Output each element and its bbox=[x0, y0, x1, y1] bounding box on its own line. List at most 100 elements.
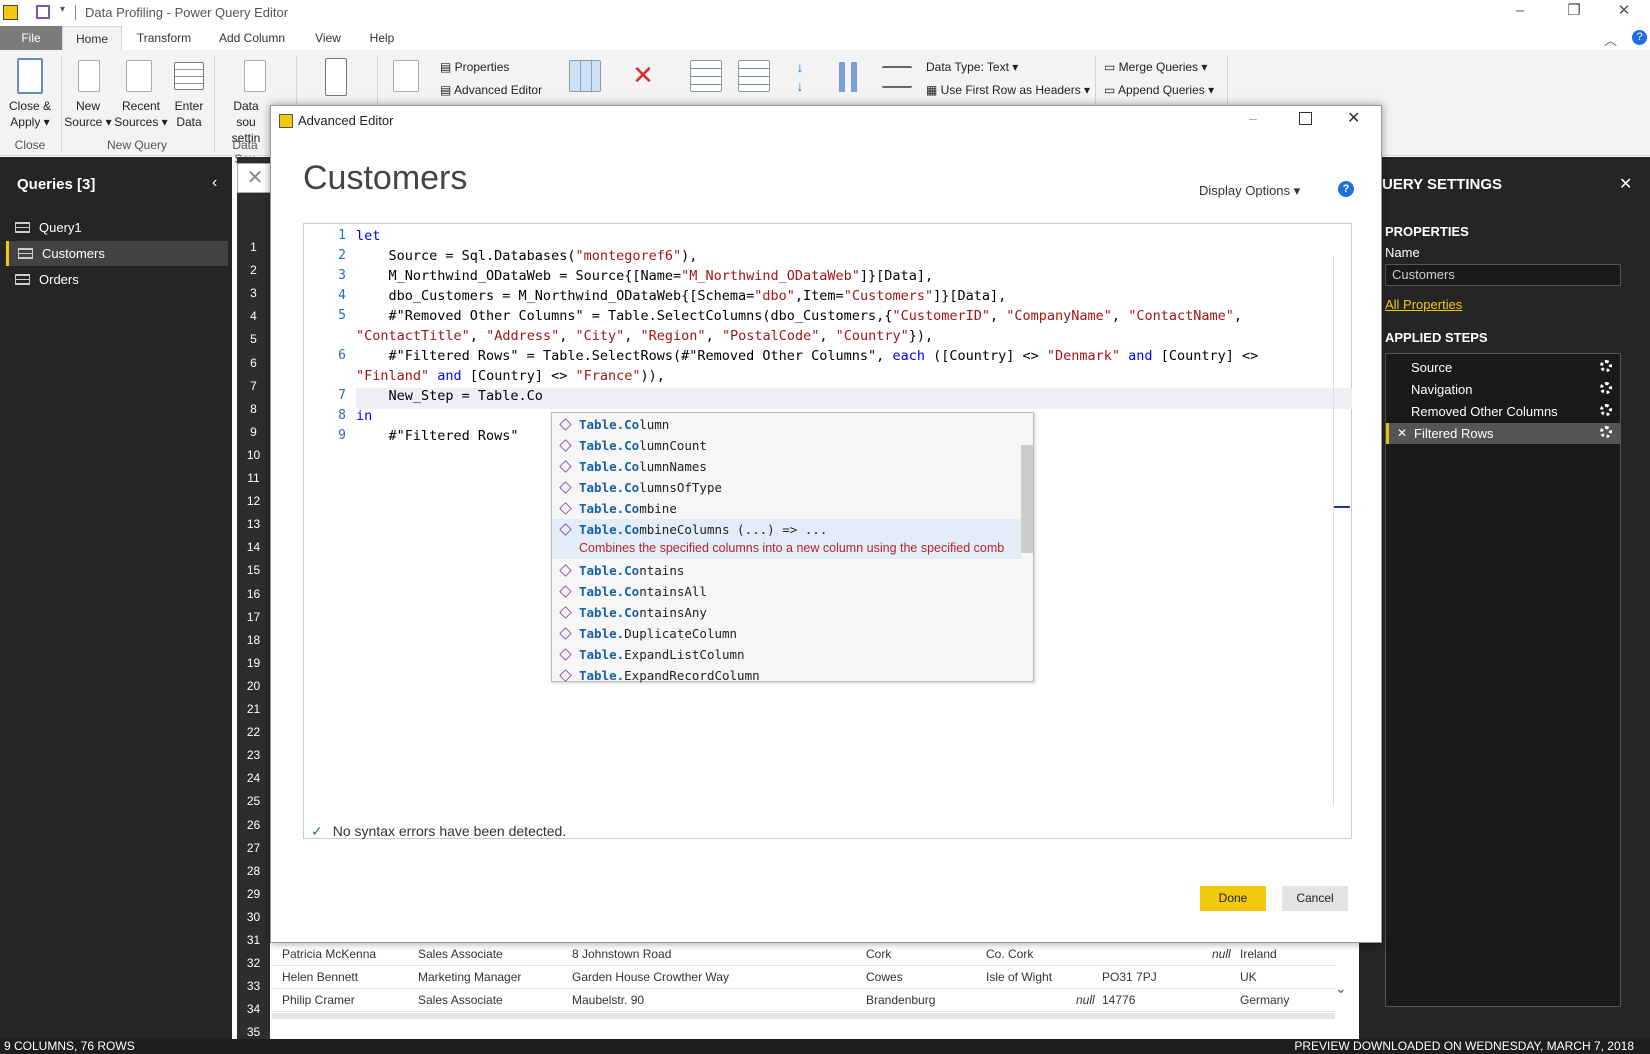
tab-file[interactable]: File bbox=[0, 26, 62, 50]
all-properties-link[interactable]: All Properties bbox=[1385, 297, 1462, 312]
tab-add-column[interactable]: Add Column bbox=[212, 26, 292, 50]
split-column-icon[interactable] bbox=[833, 62, 863, 92]
cancel-button[interactable]: Cancel bbox=[1282, 886, 1348, 911]
tab-home[interactable]: Home bbox=[62, 26, 122, 50]
delete-step-icon[interactable]: ✕ bbox=[1397, 423, 1407, 444]
grid-cell[interactable]: null bbox=[1076, 993, 1095, 1007]
autocomplete-item[interactable]: Table.ColumnsOfType bbox=[552, 477, 1022, 498]
item-rest: mbineColumns (...) => ... bbox=[639, 522, 828, 537]
collapse-pane-icon[interactable]: ‹ bbox=[212, 174, 217, 192]
autocomplete-item[interactable]: Table.Column bbox=[552, 414, 1022, 435]
grid-cell[interactable]: Sales Associate bbox=[418, 993, 503, 1007]
close-window-button[interactable]: ✕ bbox=[1600, 0, 1648, 24]
step-source[interactable]: Source bbox=[1386, 357, 1620, 378]
match-prefix: Table.Co bbox=[579, 501, 640, 516]
tab-help[interactable]: Help bbox=[362, 26, 402, 50]
close-dialog-button[interactable]: ✕ bbox=[1347, 108, 1360, 128]
done-button[interactable]: Done bbox=[1200, 886, 1266, 911]
query-item-query1[interactable]: Query1 bbox=[6, 215, 228, 240]
grid-cell[interactable]: Marketing Manager bbox=[418, 970, 521, 984]
grid-cell[interactable]: Patricia McKenna bbox=[282, 947, 376, 961]
append-queries-button[interactable]: ▭ Append Queries ▾ bbox=[1104, 83, 1214, 97]
grid-cell[interactable]: Isle of Wight bbox=[986, 970, 1052, 984]
query-item-customers[interactable]: Customers bbox=[6, 241, 228, 266]
autocomplete-item[interactable]: Table.ContainsAll bbox=[552, 581, 1022, 602]
editor-scrollbar[interactable] bbox=[1333, 256, 1350, 806]
tab-transform[interactable]: Transform bbox=[128, 26, 200, 50]
step-filtered-rows[interactable]: ✕ Filtered Rows bbox=[1386, 423, 1620, 444]
autocomplete-item[interactable]: Table.Combine bbox=[552, 498, 1022, 519]
grid-cell[interactable]: Sales Associate bbox=[418, 947, 503, 961]
item-rest: lumnCount bbox=[639, 438, 707, 453]
first-row-headers-button[interactable]: ▦ Use First Row as Headers ▾ bbox=[926, 83, 1090, 97]
remove-rows-icon[interactable] bbox=[738, 60, 770, 92]
manage-parameters-icon bbox=[325, 58, 347, 96]
grid-cell[interactable]: Ireland bbox=[1240, 947, 1277, 961]
grid-cell[interactable]: null bbox=[1212, 947, 1231, 961]
grid-cell[interactable]: Maubelstr. 90 bbox=[572, 993, 644, 1007]
horizontal-scrollbar[interactable] bbox=[272, 1013, 1335, 1019]
grid-cell[interactable]: PO31 7PJ bbox=[1102, 970, 1157, 984]
grid-cell[interactable]: 8 Johnstown Road bbox=[572, 947, 671, 961]
minimize-dialog-button[interactable]: – bbox=[1249, 110, 1257, 126]
autocomplete-item[interactable]: Table.ContainsAny bbox=[552, 602, 1022, 623]
merge-queries-button[interactable]: ▭ Merge Queries ▾ bbox=[1104, 60, 1207, 74]
gear-icon[interactable] bbox=[1600, 382, 1612, 394]
step-navigation[interactable]: Navigation bbox=[1386, 379, 1620, 400]
help-icon[interactable]: ? bbox=[1338, 181, 1354, 197]
autocomplete-item[interactable]: Table.ColumnNames bbox=[552, 456, 1022, 477]
recent-sources-button[interactable]: Recent Sources ▾ bbox=[114, 98, 168, 130]
grid-cell[interactable]: Germany bbox=[1240, 993, 1289, 1007]
grid-cell[interactable]: Cowes bbox=[866, 970, 903, 984]
grid-cell[interactable]: Brandenburg bbox=[866, 993, 935, 1007]
group-by-icon[interactable] bbox=[882, 66, 912, 88]
syntax-status-text: No syntax errors have been detected. bbox=[332, 823, 567, 839]
query-item-orders[interactable]: Orders bbox=[6, 267, 228, 292]
table-icon bbox=[15, 222, 30, 233]
grid-cell[interactable]: Co. Cork bbox=[986, 947, 1033, 961]
step-removed-other-columns[interactable]: Removed Other Columns bbox=[1386, 401, 1620, 422]
collapse-ribbon-icon[interactable]: ︿ bbox=[1604, 30, 1617, 49]
new-source-button[interactable]: New Source ▾ bbox=[64, 98, 112, 130]
grid-cell[interactable]: Garden House Crowther Way bbox=[572, 970, 729, 984]
sort-icon[interactable]: ↓ ↓ bbox=[791, 58, 809, 96]
autocomplete-scrollbar[interactable] bbox=[1021, 445, 1033, 553]
gear-icon[interactable] bbox=[1600, 360, 1612, 372]
match-prefix: Table. bbox=[579, 626, 625, 641]
maximize-dialog-button[interactable] bbox=[1299, 112, 1312, 125]
minimize-button[interactable]: – bbox=[1496, 0, 1544, 24]
grid-cell[interactable]: UK bbox=[1240, 970, 1257, 984]
keep-rows-icon[interactable] bbox=[690, 60, 722, 92]
remove-columns-icon[interactable]: ✕ bbox=[630, 58, 656, 92]
properties-button[interactable]: ▤ Properties bbox=[440, 60, 509, 74]
close-apply-button[interactable]: Close & Apply ▾ bbox=[4, 98, 56, 130]
gear-icon[interactable] bbox=[1600, 404, 1612, 416]
data-type-dropdown[interactable]: Data Type: Text ▾ bbox=[926, 60, 1018, 74]
help-icon[interactable]: ? bbox=[1632, 30, 1647, 45]
restore-button[interactable]: ❐ bbox=[1550, 0, 1598, 24]
enter-data-button[interactable]: Enter Data bbox=[172, 98, 206, 130]
autocomplete-item[interactable]: Table.ExpandListColumn bbox=[552, 644, 1022, 665]
close-pane-icon[interactable]: ✕ bbox=[1619, 174, 1632, 194]
formula-cancel-icon[interactable]: ✕ bbox=[237, 163, 273, 193]
applied-steps-heading: APPLIED STEPS bbox=[1385, 330, 1488, 345]
row-number: 16 bbox=[246, 586, 261, 601]
tab-view[interactable]: View bbox=[306, 26, 350, 50]
choose-columns-icon[interactable] bbox=[569, 60, 601, 92]
autocomplete-item[interactable]: Table.DuplicateColumn bbox=[552, 623, 1022, 644]
scroll-down-icon[interactable]: ⌄ bbox=[1335, 980, 1347, 997]
gear-icon[interactable] bbox=[1600, 426, 1612, 438]
quick-access-dropdown-icon[interactable]: ▾ bbox=[60, 4, 65, 15]
autocomplete-item[interactable]: Table.ColumnCount bbox=[552, 435, 1022, 456]
autocomplete-item[interactable]: Table.Contains bbox=[552, 560, 1022, 581]
display-options-dropdown[interactable]: Display Options ▾ bbox=[1199, 183, 1300, 199]
advanced-editor-button[interactable]: ▤ Advanced Editor bbox=[440, 83, 542, 97]
query-name-input[interactable]: Customers bbox=[1385, 264, 1621, 286]
grid-cell[interactable]: Helen Bennett bbox=[282, 970, 358, 984]
save-icon[interactable] bbox=[36, 5, 50, 19]
match-prefix: Table.Co bbox=[579, 563, 640, 578]
grid-cell[interactable]: Cork bbox=[866, 947, 891, 961]
grid-cell[interactable]: Philip Cramer bbox=[282, 993, 355, 1007]
autocomplete-item[interactable]: Table.ExpandRecordColumn bbox=[552, 665, 1022, 683]
grid-cell[interactable]: 14776 bbox=[1102, 993, 1135, 1007]
